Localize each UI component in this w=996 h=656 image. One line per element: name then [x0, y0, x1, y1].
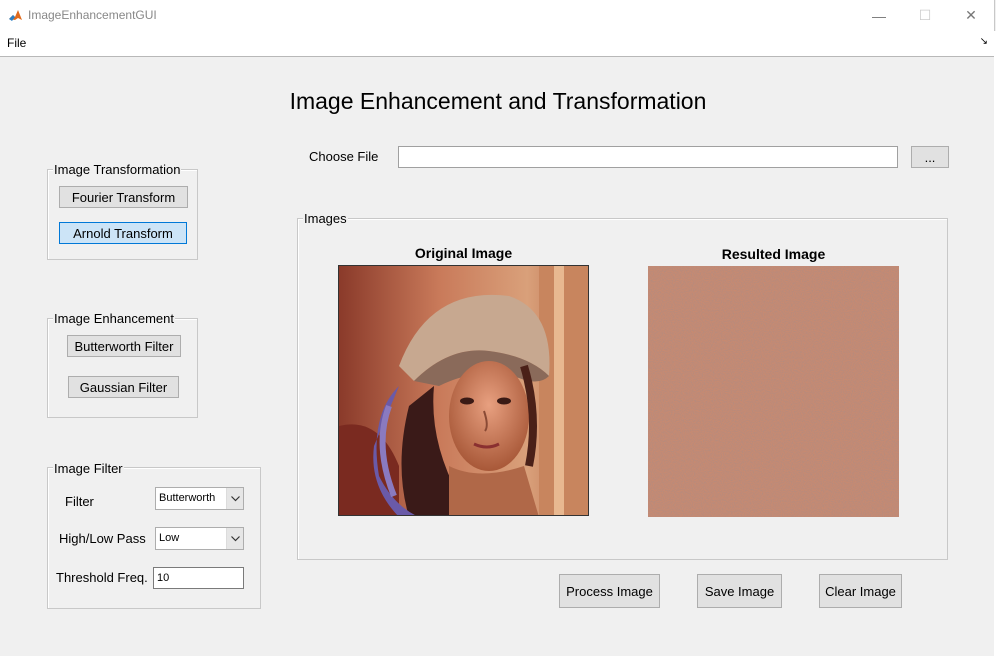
filter-select[interactable]: Butterworth: [155, 487, 244, 510]
transformation-panel: [47, 169, 198, 260]
original-image-title: Original Image: [414, 245, 513, 261]
menu-file[interactable]: File: [7, 36, 26, 50]
filter-label: Filter: [65, 494, 94, 509]
matlab-logo-icon: [8, 8, 23, 23]
clear-image-button[interactable]: Clear Image: [819, 574, 902, 608]
filter-select-value: Butterworth: [159, 492, 216, 504]
threshold-value: 10: [157, 572, 170, 584]
title-bar: ImageEnhancementGUI — ☐ ✕: [0, 0, 995, 31]
chevron-down-icon: [226, 528, 243, 549]
pass-select-value: Low: [159, 532, 180, 544]
minimize-button[interactable]: —: [856, 0, 902, 31]
gaussian-filter-button[interactable]: Gaussian Filter: [68, 376, 179, 398]
filter-legend: Image Filter: [53, 461, 124, 476]
fourier-transform-button[interactable]: Fourier Transform: [59, 186, 188, 208]
page-title: Image Enhancement and Transformation: [289, 88, 707, 114]
menu-bar: File ↘: [0, 31, 995, 57]
resize-icon: ↘: [979, 36, 988, 47]
browse-button[interactable]: ...: [911, 146, 949, 168]
chevron-down-icon: [226, 488, 243, 509]
threshold-input[interactable]: 10: [153, 567, 244, 589]
enhancement-panel: [47, 318, 198, 418]
portrait-image-icon: [339, 266, 588, 515]
process-image-button[interactable]: Process Image: [559, 574, 660, 608]
transformation-legend: Image Transformation: [53, 162, 182, 177]
threshold-label: Threshold Freq.: [56, 570, 148, 585]
choose-file-label: Choose File: [309, 149, 379, 164]
maximize-button[interactable]: ☐: [902, 0, 948, 31]
file-path-input[interactable]: [398, 146, 898, 168]
window-title: ImageEnhancementGUI: [28, 8, 157, 22]
close-button[interactable]: ✕: [948, 0, 994, 31]
result-image-title: Resulted Image: [721, 246, 826, 262]
result-image: [648, 266, 899, 517]
enhancement-legend: Image Enhancement: [53, 311, 175, 326]
scrambled-image-icon: [648, 266, 899, 517]
pass-label: High/Low Pass: [59, 531, 146, 546]
arnold-transform-button[interactable]: Arnold Transform: [59, 222, 187, 244]
original-image: [338, 265, 589, 516]
save-image-button[interactable]: Save Image: [697, 574, 782, 608]
pass-select[interactable]: Low: [155, 527, 244, 550]
butterworth-filter-button[interactable]: Butterworth Filter: [67, 335, 181, 357]
images-legend: Images: [303, 211, 348, 226]
